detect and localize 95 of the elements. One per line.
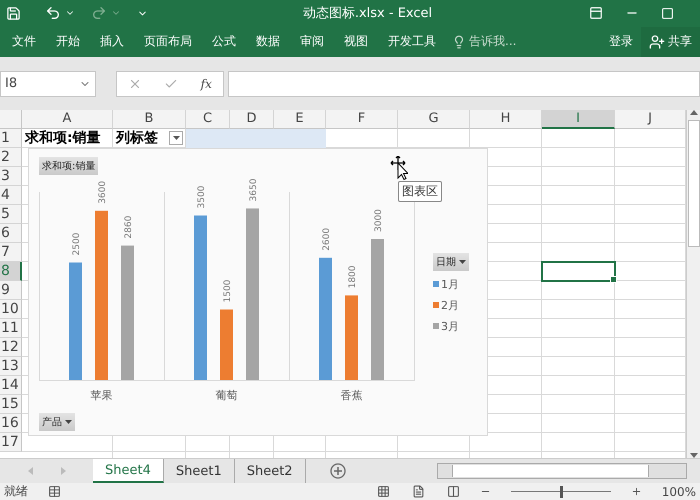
data-label: 3500: [197, 185, 207, 208]
category-label: 葡萄: [216, 388, 238, 402]
ribbon-display-icon[interactable]: [589, 6, 603, 20]
window-title: 动态图标.xlsx - Excel: [302, 5, 434, 22]
ribbon-tab[interactable]: 审阅: [290, 33, 334, 50]
formula-input[interactable]: [228, 70, 700, 97]
ribbon-tab[interactable]: 开发工具: [378, 33, 446, 50]
row-header[interactable]: 9: [0, 280, 22, 300]
slider-thumb[interactable]: [560, 486, 563, 498]
row-header[interactable]: 3: [0, 166, 22, 186]
data-label: 3650: [249, 178, 259, 202]
page-icon[interactable]: [412, 485, 425, 498]
column-header[interactable]: I: [542, 110, 615, 129]
maximize-icon[interactable]: [661, 6, 674, 20]
bar: [220, 309, 233, 380]
fill-handle[interactable]: [610, 276, 617, 283]
table-cell: 求和项:销量: [25, 128, 101, 147]
zoom-level[interactable]: 100%: [662, 484, 696, 498]
category-label: 苹果: [90, 388, 112, 402]
data-label: 2600: [322, 228, 332, 251]
scroll-thumb[interactable]: [452, 465, 649, 478]
column-header[interactable]: E: [274, 110, 326, 129]
row-header[interactable]: 13: [0, 356, 22, 376]
ribbon-tab[interactable]: 公式: [202, 33, 246, 50]
row-header[interactable]: 14: [0, 376, 22, 395]
row-header[interactable]: 15: [0, 394, 22, 414]
column-header[interactable]: G: [398, 110, 470, 129]
category-label: 香蕉: [340, 388, 362, 402]
table-cell: 列标签: [116, 128, 158, 147]
tell-me-field[interactable]: 告诉我...: [452, 33, 516, 50]
horizontal-scrollbar[interactable]: [437, 463, 687, 480]
data-label: 1500: [223, 279, 233, 302]
insert-function-button[interactable]: fx: [200, 76, 212, 91]
data-label: 2860: [124, 215, 134, 238]
zoom-in-icon[interactable]: [630, 486, 642, 497]
data-label: 2500: [72, 232, 82, 256]
row-header[interactable]: 10: [0, 300, 22, 319]
tooltip: 图表区: [398, 180, 442, 202]
sheet-tab[interactable]: Sheet4: [93, 459, 164, 483]
save-icon[interactable]: [6, 6, 21, 21]
name-box[interactable]: I8: [0, 70, 96, 97]
legend-item: 2月: [433, 298, 469, 313]
row-header[interactable]: 8: [0, 262, 22, 281]
caret-icon: [65, 420, 72, 424]
axis-field-button[interactable]: 产品: [39, 412, 75, 431]
lightbulb-icon[interactable]: [452, 34, 466, 49]
ribbon-tab[interactable]: 视图: [334, 33, 378, 50]
ribbon-tab[interactable]: 文件: [2, 33, 46, 50]
row-header[interactable]: 12: [0, 338, 22, 357]
data-label: 3000: [374, 208, 384, 232]
share-button[interactable]: 共享: [641, 26, 700, 57]
row-header[interactable]: 4: [0, 186, 22, 205]
row-header[interactable]: 17: [0, 432, 22, 452]
row-header[interactable]: 1: [0, 128, 22, 148]
add-sheet-icon[interactable]: [330, 463, 346, 480]
row-header[interactable]: 7: [0, 242, 22, 262]
column-header[interactable]: A: [22, 110, 113, 129]
pivot-chart[interactable]: 求和项:销量 2500 3500 2600 3600 1500 1800 2860 3650 3000 苹果 葡萄 香蕉 日期 1月 2月 3月 产品 图表区: [28, 148, 488, 436]
legend-item: 3月: [433, 318, 469, 334]
ribbon-tab[interactable]: 插入: [90, 33, 134, 50]
caret-icon: [172, 136, 180, 140]
column-header[interactable]: H: [470, 110, 542, 129]
column-header[interactable]: J: [615, 110, 686, 129]
row-header[interactable]: 5: [0, 204, 22, 224]
ribbon-tab[interactable]: 开始: [46, 33, 90, 50]
row-header[interactable]: 6: [0, 224, 22, 243]
data-label: 1800: [348, 265, 358, 288]
sign-in-link[interactable]: 登录: [601, 33, 641, 50]
ribbon-tab[interactable]: 页面布局: [134, 33, 202, 50]
filter-button[interactable]: [169, 130, 183, 145]
row-header[interactable]: 16: [0, 414, 22, 433]
column-header[interactable]: B: [113, 110, 186, 129]
legend-field-button[interactable]: 日期: [433, 252, 469, 271]
highlighted-cell[interactable]: [186, 128, 230, 148]
caret-icon: [459, 260, 466, 264]
active-cell[interactable]: [542, 262, 615, 281]
column-header[interactable]: C: [186, 110, 230, 129]
row-header[interactable]: 2: [0, 148, 22, 167]
person-plus-icon[interactable]: [649, 34, 665, 50]
ribbon-tab[interactable]: 数据: [246, 33, 290, 50]
vertical-scrollbar[interactable]: [686, 110, 700, 458]
highlighted-cell[interactable]: [274, 128, 326, 148]
value-field-button[interactable]: 求和项:销量: [39, 156, 98, 175]
status-text: 就绪: [4, 483, 28, 500]
row-header[interactable]: 11: [0, 318, 22, 338]
spreadsheet-grid[interactable]: A B C D E F G H I J 1 求和项:销量 列标签 2 3 4 5 6 7 8 9 10 11 12 13 14 15 16 17 求和项:销量 2500 3500 2600 3600 1500 1800 2860 3650 3000 苹果 葡萄 香蕉 日期 1月 2月 3月 产品 图表区: [0, 110, 686, 458]
undo-icon[interactable]: [45, 5, 61, 22]
columns-icon[interactable]: [446, 485, 460, 498]
column-header[interactable]: F: [326, 110, 398, 129]
scroll-thumb[interactable]: [688, 120, 700, 248]
column-header[interactable]: D: [230, 110, 274, 129]
grid-icon[interactable]: [376, 485, 390, 498]
move-cursor-icon: [390, 156, 408, 182]
legend-item: 1月: [433, 276, 469, 292]
data-label: 3600: [98, 180, 108, 204]
